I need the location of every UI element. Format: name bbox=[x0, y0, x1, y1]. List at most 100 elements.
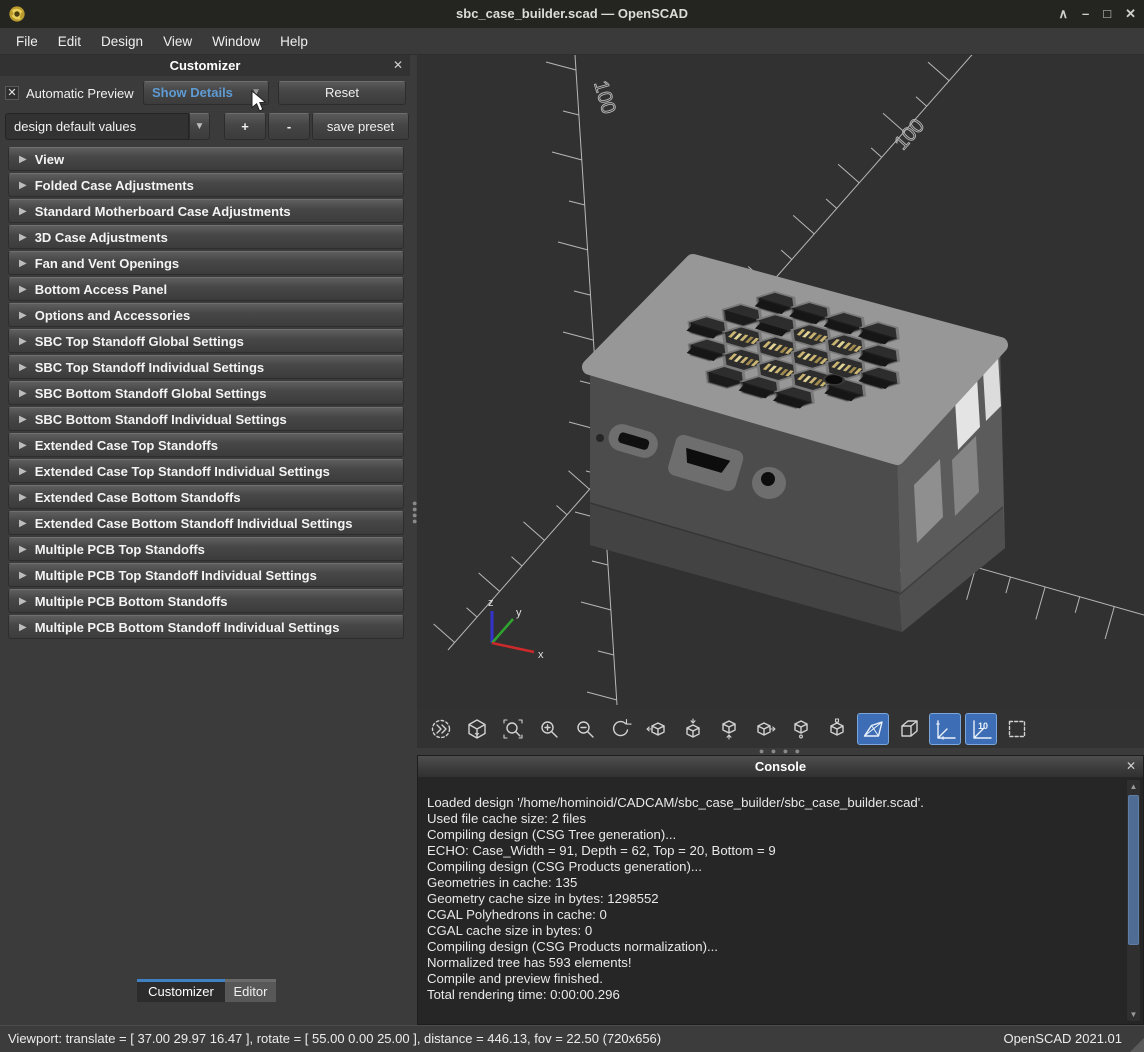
menu-file[interactable]: File bbox=[6, 30, 48, 53]
show-scale-markers-button[interactable]: 10 bbox=[965, 713, 997, 745]
expand-arrow-icon: ▶ bbox=[19, 388, 27, 399]
section-options-accessories[interactable]: ▶ Options and Accessories bbox=[8, 303, 404, 327]
view-front-button[interactable] bbox=[785, 713, 817, 745]
section-fan-vent[interactable]: ▶Fan and Vent Openings bbox=[8, 251, 404, 275]
console-header: Console ✕ bbox=[418, 756, 1143, 777]
x-axis-label: x bbox=[538, 649, 544, 661]
expand-arrow-icon: ▶ bbox=[19, 414, 27, 425]
section-multi-pcb-top[interactable]: ▶Multiple PCB Top Standoffs bbox=[8, 537, 404, 561]
expand-arrow-icon: ▶ bbox=[19, 570, 27, 581]
reset-view-button[interactable] bbox=[605, 713, 637, 745]
view-back-button[interactable] bbox=[821, 713, 853, 745]
view-right-button[interactable] bbox=[641, 713, 673, 745]
section-3d-case[interactable]: ▶3D Case Adjustments bbox=[8, 225, 404, 249]
section-view[interactable]: ▶View bbox=[8, 147, 404, 171]
section-ext-bottom-individual[interactable]: ▶Extended Case Bottom Standoff Individua… bbox=[8, 511, 404, 535]
customizer-panel: Customizer ✕ ✕ Automatic Preview Show De… bbox=[0, 55, 410, 1025]
tab-customizer[interactable]: Customizer bbox=[137, 979, 225, 1002]
menu-help[interactable]: Help bbox=[270, 30, 318, 53]
customizer-controls: ✕ Automatic Preview Show Details ▼ Reset… bbox=[0, 76, 410, 147]
menu-design[interactable]: Design bbox=[91, 30, 153, 53]
y-ruler-label: 100 bbox=[890, 115, 929, 155]
menu-view[interactable]: View bbox=[153, 30, 202, 53]
section-sbc-bottom-individual[interactable]: ▶ SBC Bottom Standoff Individual Settings bbox=[8, 407, 404, 431]
section-ext-bottom-standoffs[interactable]: ▶Extended Case Bottom Standoffs bbox=[8, 485, 404, 509]
console-line: Geometry cache size in bytes: 1298552 bbox=[427, 891, 1117, 907]
menu-edit[interactable]: Edit bbox=[48, 30, 91, 53]
zoom-out-button[interactable] bbox=[569, 713, 601, 745]
console-close-icon[interactable]: ✕ bbox=[1126, 756, 1136, 777]
shade-button[interactable]: ∧ bbox=[1058, 0, 1068, 28]
zoom-all-button[interactable] bbox=[497, 713, 529, 745]
view-all-button[interactable] bbox=[461, 713, 493, 745]
view-orthogonal-button[interactable] bbox=[893, 713, 925, 745]
throw-together-button[interactable] bbox=[425, 713, 457, 745]
z-ruler-label: 100 bbox=[589, 78, 619, 116]
expand-arrow-icon: ▶ bbox=[19, 310, 27, 321]
section-label: SBC Bottom Standoff Global Settings bbox=[35, 386, 267, 401]
add-preset-button[interactable]: + bbox=[224, 113, 266, 140]
section-sbc-top-individual[interactable]: ▶SBC Top Standoff Individual Settings bbox=[8, 355, 404, 379]
section-label: 3D Case Adjustments bbox=[35, 230, 168, 245]
openscad-window: sbc_case_builder.scad — OpenSCAD ∧ – □ ✕… bbox=[0, 0, 1144, 1052]
console-output[interactable]: Loaded design '/home/hominoid/CADCAM/sbc… bbox=[418, 777, 1143, 1024]
console-line: CGAL Polyhedrons in cache: 0 bbox=[427, 907, 1117, 923]
section-bottom-access[interactable]: ▶Bottom Access Panel bbox=[8, 277, 404, 301]
section-label: Extended Case Top Standoffs bbox=[35, 438, 218, 453]
maximize-button[interactable]: □ bbox=[1103, 0, 1111, 28]
preset-select[interactable]: design default values bbox=[5, 113, 189, 140]
parameter-section-list: ▶View ▶Folded Case Adjustments ▶Standard… bbox=[0, 147, 410, 641]
expand-arrow-icon: ▶ bbox=[19, 622, 27, 633]
section-ext-top-individual[interactable]: ▶Extended Case Top Standoff Individual S… bbox=[8, 459, 404, 483]
close-button[interactable]: ✕ bbox=[1125, 0, 1136, 28]
expand-arrow-icon: ▶ bbox=[19, 336, 27, 347]
section-sbc-top-global[interactable]: ▶ SBC Top Standoff Global Settings bbox=[8, 329, 404, 353]
customizer-title: Customizer bbox=[0, 55, 410, 76]
panel-splitter[interactable]: ●●●● bbox=[410, 55, 417, 1025]
preset-select-arrow-icon[interactable]: ▼ bbox=[189, 113, 210, 140]
view-left-button[interactable] bbox=[749, 713, 781, 745]
save-preset-button[interactable]: save preset bbox=[312, 113, 409, 140]
scroll-down-icon[interactable]: ▼ bbox=[1127, 1008, 1140, 1021]
automatic-preview-checkbox[interactable]: ✕ bbox=[5, 86, 19, 100]
section-label: SBC Top Standoff Global Settings bbox=[35, 334, 244, 349]
console-scrollbar[interactable]: ▲ ▼ bbox=[1126, 779, 1141, 1022]
axis-indicator: z y x bbox=[488, 597, 544, 661]
console-splitter[interactable]: ● ● ● ● bbox=[417, 748, 1144, 755]
section-label: Extended Case Top Standoff Individual Se… bbox=[35, 464, 330, 479]
scroll-up-icon[interactable]: ▲ bbox=[1127, 780, 1140, 793]
menu-window[interactable]: Window bbox=[202, 30, 270, 53]
section-sbc-bottom-global[interactable]: ▶ SBC Bottom Standoff Global Settings bbox=[8, 381, 404, 405]
section-label: SBC Bottom Standoff Individual Settings bbox=[35, 412, 287, 427]
section-label: Multiple PCB Bottom Standoff Individual … bbox=[35, 620, 340, 635]
section-multi-pcb-bottom-individual[interactable]: ▶ Multiple PCB Bottom Standoff Individual… bbox=[8, 615, 404, 639]
expand-arrow-icon: ▶ bbox=[19, 440, 27, 451]
section-multi-pcb-bottom[interactable]: ▶Multiple PCB Bottom Standoffs bbox=[8, 589, 404, 613]
3d-viewport[interactable]: 100 100 100 bbox=[417, 55, 1144, 710]
section-multi-pcb-top-individual[interactable]: ▶Multiple PCB Top Standoff Individual Se… bbox=[8, 563, 404, 587]
minimize-button[interactable]: – bbox=[1082, 0, 1089, 28]
customizer-close-icon[interactable]: ✕ bbox=[393, 55, 403, 76]
console-title: Console bbox=[418, 756, 1143, 777]
show-axes-button[interactable] bbox=[929, 713, 961, 745]
section-label: Extended Case Bottom Standoffs bbox=[35, 490, 241, 505]
view-perspective-button[interactable] bbox=[857, 713, 889, 745]
section-ext-top-standoffs[interactable]: ▶ Extended Case Top Standoffs bbox=[8, 433, 404, 457]
mouse-cursor bbox=[251, 90, 269, 114]
scrollbar-thumb[interactable] bbox=[1128, 795, 1139, 945]
section-label: Extended Case Bottom Standoff Individual… bbox=[35, 516, 353, 531]
zoom-in-button[interactable] bbox=[533, 713, 565, 745]
section-label: Options and Accessories bbox=[35, 308, 191, 323]
tab-editor[interactable]: Editor bbox=[225, 979, 276, 1002]
remove-preset-button[interactable]: - bbox=[268, 113, 310, 140]
view-top-button[interactable] bbox=[677, 713, 709, 745]
reset-button[interactable]: Reset bbox=[278, 81, 406, 105]
console-line: Compiling design (CSG Tree generation)..… bbox=[427, 827, 1117, 843]
section-folded-case[interactable]: ▶Folded Case Adjustments bbox=[8, 173, 404, 197]
view-viewport-button[interactable] bbox=[1001, 713, 1033, 745]
automatic-preview-label: Automatic Preview bbox=[26, 86, 134, 101]
section-standard-motherboard[interactable]: ▶Standard Motherboard Case Adjustments bbox=[8, 199, 404, 223]
view-bottom-button[interactable] bbox=[713, 713, 745, 745]
resize-grip[interactable] bbox=[1130, 1038, 1144, 1052]
console-line: ECHO: Case_Width = 91, Depth = 62, Top =… bbox=[427, 843, 1117, 859]
